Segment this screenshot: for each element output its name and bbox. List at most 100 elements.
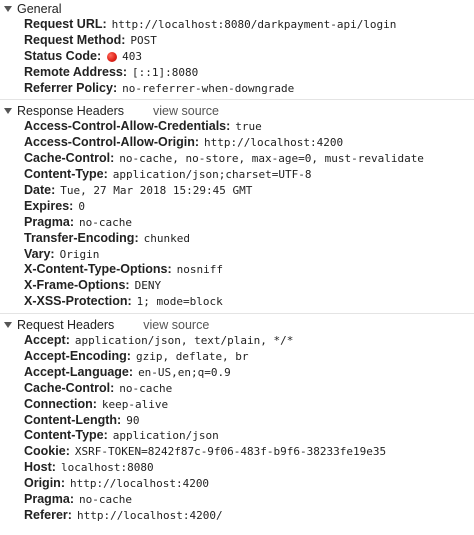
header-key: Expires: [24, 198, 70, 213]
header-value: DENY: [134, 279, 162, 293]
colon: :: [103, 428, 108, 443]
section-divider: [0, 313, 474, 315]
header-value: en-US,en;q=0.9: [138, 365, 231, 379]
colon: :: [128, 364, 134, 379]
header-key: Remote Address: [24, 64, 123, 79]
colon: :: [110, 151, 115, 166]
colon: :: [226, 119, 231, 134]
header-key: Vary: [24, 246, 51, 261]
header-value: http://localhost:4200: [69, 477, 210, 491]
header-value: http://localhost:4200/: [76, 508, 223, 522]
colon: :: [69, 492, 75, 507]
header-key: Pragma: [24, 492, 70, 507]
header-value: POST: [130, 33, 157, 47]
header-value: XSRF-TOKEN=8242f87c-9f06-483f-b9f6-38233…: [74, 445, 387, 459]
response-view-source-link[interactable]: view source: [153, 104, 219, 118]
general-section-header[interactable]: General: [0, 0, 474, 17]
header-value: chunked: [143, 231, 190, 245]
colon: :: [127, 294, 132, 309]
header-row: X-Content-Type-Options: nosniff: [24, 262, 474, 278]
header-key: Cookie: [24, 444, 66, 459]
colon: :: [65, 333, 70, 348]
header-key: Content-Type: [24, 428, 104, 443]
header-row: Content-Type: application/json;charset=UT…: [24, 167, 474, 183]
colon: :: [65, 444, 70, 459]
header-key: Status Code: [24, 48, 97, 63]
response-headers-title: Response Headers: [17, 103, 125, 118]
colon: :: [103, 167, 108, 182]
header-key: Referrer Policy: [24, 80, 113, 95]
header-value: application/json, text/plain, */*: [74, 334, 294, 348]
header-row: Accept: application/json, text/plain, */*: [24, 333, 474, 349]
response-headers-section: Response Headers view source Access-Cont…: [0, 102, 474, 310]
request-headers-section: Request Headers view source Accept: appli…: [0, 316, 474, 524]
colon: :: [194, 135, 200, 150]
colon: :: [50, 246, 55, 261]
colon: :: [126, 349, 131, 364]
colon: :: [125, 278, 130, 293]
header-key: Content-Type: [24, 167, 104, 182]
header-row: Remote Address: [::1]:8080: [24, 65, 474, 81]
request-headers-title: Request Headers: [17, 317, 115, 332]
expand-triangle-icon[interactable]: [4, 321, 12, 328]
colon: :: [134, 230, 139, 245]
colon: :: [69, 214, 75, 229]
header-row: Request Method: POST: [24, 33, 474, 49]
header-key: X-Frame-Options: [24, 278, 126, 293]
header-value: http://localhost:4200: [204, 136, 344, 150]
colon: :: [102, 17, 107, 31]
header-key: Pragma: [24, 214, 70, 229]
colon: :: [67, 507, 72, 522]
header-value: no-cache: [79, 493, 133, 507]
header-row: Content-Type: application/json: [24, 428, 474, 444]
header-key: Access-Control-Allow-Credentials: [24, 119, 227, 134]
request-view-source-link[interactable]: view source: [143, 318, 209, 332]
header-row: Access-Control-Allow-Origin: http://local…: [24, 135, 474, 151]
header-value: keep-alive: [101, 397, 169, 411]
header-value: no-cache: [79, 215, 133, 229]
header-row: Cache-Control: no-cache, no-store, max-ag…: [24, 151, 474, 167]
header-row: Host: localhost:8080: [24, 460, 474, 476]
header-value: 0: [78, 199, 85, 213]
header-key: Referer: [24, 507, 68, 522]
header-row: X-Frame-Options: DENY: [24, 278, 474, 294]
header-row: Referrer Policy: no-referrer-when-downgr…: [24, 81, 474, 97]
header-row: Accept-Encoding: gzip, deflate, br: [24, 349, 474, 365]
header-key: Content-Length: [24, 412, 118, 427]
colon: :: [60, 476, 65, 491]
header-key: Accept-Language: [24, 364, 129, 379]
colon: :: [110, 380, 115, 395]
header-row: Accept-Language: en-US,en;q=0.9: [24, 365, 474, 381]
header-row: Transfer-Encoding: chunked: [24, 231, 474, 247]
response-headers-section-header[interactable]: Response Headers view source: [0, 102, 474, 119]
request-headers-rows: Accept: application/json, text/plain, */*…: [0, 333, 474, 524]
header-row: Referer: http://localhost:4200/: [24, 508, 474, 524]
status-code-value: 403: [122, 49, 142, 63]
header-row: Pragma: no-cache: [24, 215, 474, 231]
colon: :: [69, 198, 74, 213]
expand-triangle-icon[interactable]: [4, 107, 12, 114]
header-value: true: [235, 120, 262, 134]
colon: :: [122, 64, 128, 79]
header-value: 1; mode=block: [136, 295, 223, 309]
header-key: Cache-Control: [24, 151, 111, 166]
request-headers-section-header[interactable]: Request Headers view source: [0, 316, 474, 333]
header-row: Date: Tue, 27 Mar 2018 15:29:45 GMT: [24, 183, 474, 199]
general-rows: Request URL: http://localhost:8080/darkp…: [0, 17, 474, 96]
header-row: Connection: keep-alive: [24, 397, 474, 413]
header-key: Host: [24, 460, 52, 475]
general-section-title: General: [17, 1, 62, 16]
header-value: application/json: [112, 429, 219, 443]
header-key: Transfer-Encoding: [24, 230, 135, 245]
header-row: Request URL: http://localhost:8080/darkp…: [24, 17, 474, 33]
header-value: [::1]:8080: [132, 65, 199, 79]
header-value: localhost:8080: [60, 461, 154, 475]
colon: :: [121, 32, 126, 47]
expand-triangle-icon[interactable]: [4, 5, 12, 12]
colon: :: [96, 48, 102, 63]
header-row: Cookie: XSRF-TOKEN=8242f87c-9f06-483f-b9f…: [24, 444, 474, 460]
header-value: gzip, deflate, br: [135, 350, 249, 364]
header-key: Request Method: [24, 32, 122, 47]
header-key: Cache-Control: [24, 380, 111, 395]
header-row: Content-Length:90: [24, 413, 474, 429]
